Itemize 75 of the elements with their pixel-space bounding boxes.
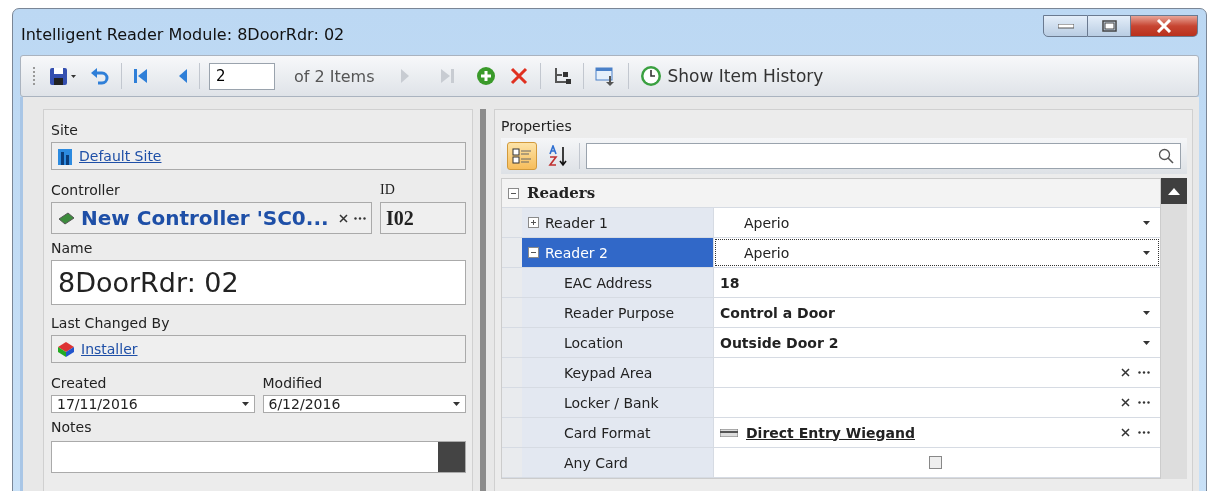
card-icon <box>720 428 738 437</box>
property-name: EAC Address <box>522 268 714 297</box>
clear-icon[interactable] <box>1121 368 1130 377</box>
changed-by-field[interactable]: Installer <box>51 335 466 363</box>
property-name: Any Card <box>522 448 714 477</box>
field-label: Modified <box>262 375 324 391</box>
categorized-icon <box>512 147 532 165</box>
controller-icon <box>57 211 75 225</box>
page-field[interactable]: 2 <box>209 62 275 90</box>
property-name: Card Format <box>522 418 714 447</box>
minimize-button[interactable] <box>1043 15 1088 37</box>
property-value[interactable]: Aperio <box>720 244 1135 261</box>
dropdown-caret-icon[interactable] <box>1143 250 1150 255</box>
property-link[interactable]: Direct Entry Wiegand <box>746 424 915 441</box>
property-value[interactable]: 18 <box>720 274 1150 291</box>
property-name[interactable]: Reader 1 <box>522 208 714 237</box>
category-label: Readers <box>527 184 596 202</box>
modified-date-field[interactable]: 6/12/2016 <box>262 395 466 413</box>
created-date-field[interactable]: 17/11/2016 <box>51 395 255 413</box>
ellipsis-icon[interactable] <box>1138 431 1150 434</box>
show-history-button[interactable]: Show Item History <box>637 63 826 89</box>
property-name: Keypad Area <box>522 358 714 387</box>
user-link[interactable]: Installer <box>81 341 138 357</box>
property-name: Locker / Bank <box>522 388 714 417</box>
site-field[interactable]: Default Site <box>51 142 466 170</box>
panel-title: Properties <box>501 118 573 134</box>
search-icon <box>1158 148 1174 164</box>
minimize-icon <box>1057 23 1074 29</box>
field-label: ID <box>380 182 396 198</box>
collapse-icon[interactable] <box>528 247 539 258</box>
clear-icon[interactable] <box>1121 428 1130 437</box>
close-icon <box>1156 19 1172 33</box>
ellipsis-icon[interactable] <box>354 216 366 220</box>
field-label: Created <box>51 375 108 391</box>
clock-icon <box>639 65 662 87</box>
user-group-icon <box>57 341 75 357</box>
name-field[interactable]: 8DoorRdr: 02 <box>51 260 466 305</box>
property-value[interactable]: Outside Door 2 <box>720 334 1135 351</box>
dropdown-caret-icon[interactable] <box>1143 310 1150 315</box>
clear-icon[interactable] <box>339 213 348 223</box>
maximize-icon <box>1101 20 1117 32</box>
close-button[interactable] <box>1131 15 1198 37</box>
field-label: Site <box>51 122 79 138</box>
field-label: Notes <box>51 419 93 435</box>
scroll-up-button[interactable] <box>1161 178 1187 204</box>
id-field[interactable]: I02 <box>380 202 466 234</box>
building-icon <box>57 147 73 165</box>
dropdown-caret-icon[interactable] <box>1143 340 1150 345</box>
page-count: of 2 Items <box>294 66 375 86</box>
property-name[interactable]: Reader 2 <box>522 238 714 267</box>
clear-icon[interactable] <box>1121 398 1130 407</box>
field-label: Name <box>51 240 94 256</box>
field-label: Last Changed By <box>51 315 171 331</box>
window-title: Intelligent Reader Module: 8DoorRdr: 02 <box>21 24 345 44</box>
property-name: Location <box>522 328 714 357</box>
collapse-icon[interactable] <box>508 187 519 199</box>
site-link[interactable]: Default Site <box>79 148 162 164</box>
search-field[interactable] <box>586 143 1181 169</box>
dropdown-caret-icon[interactable] <box>1143 220 1150 225</box>
notes-field[interactable] <box>51 441 466 473</box>
field-label: Controller <box>51 182 121 198</box>
property-value[interactable]: Control a Door <box>720 304 1135 321</box>
expand-icon[interactable] <box>528 217 539 228</box>
checkbox[interactable] <box>928 456 942 469</box>
scrollbar[interactable] <box>1161 178 1187 479</box>
dropdown-caret-icon[interactable] <box>241 402 249 406</box>
maximize-button[interactable] <box>1088 15 1131 37</box>
property-value[interactable]: Aperio <box>720 214 1135 231</box>
ellipsis-icon[interactable] <box>1138 401 1150 404</box>
controller-field[interactable]: New Controller 'SC0... <box>51 202 372 234</box>
property-name: Reader Purpose <box>522 298 714 327</box>
up-arrow-icon <box>1168 187 1180 195</box>
dropdown-caret-icon[interactable] <box>453 402 460 406</box>
categorized-button[interactable] <box>507 142 537 170</box>
ellipsis-icon[interactable] <box>1138 371 1150 374</box>
